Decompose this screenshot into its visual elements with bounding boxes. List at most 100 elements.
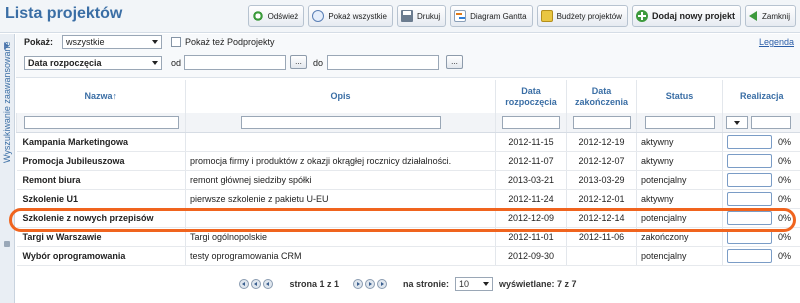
table-row[interactable]: Szkolenie z nowych przepisów 2012-12-09 20… xyxy=(16,208,800,228)
description-cell: remont głównej siedziby spółki xyxy=(185,170,496,190)
page-indicator: strona 1 z 1 xyxy=(289,279,339,289)
description-filter-input[interactable] xyxy=(240,115,441,129)
end-date-cell xyxy=(566,246,637,266)
refresh-label: Odśwież xyxy=(267,11,299,21)
table-row[interactable]: Promocja Jubileuszowa promocja firmy i pr… xyxy=(16,151,800,171)
show-all-label: Pokaż wszystkie xyxy=(328,11,387,21)
progress-cell: 0% xyxy=(722,132,800,152)
column-header-start[interactable]: Data rozpoczęcia xyxy=(495,80,567,113)
close-button[interactable]: Zamknij xyxy=(744,5,796,27)
prev-prev-page-icon[interactable] xyxy=(251,279,262,289)
table-row[interactable]: Szkolenie U1 pierwsze szkolenie z pakietu… xyxy=(16,189,800,209)
budgets-label: Budżety projektów xyxy=(556,11,622,21)
printer-icon xyxy=(401,10,413,22)
from-label: od xyxy=(171,58,182,68)
project-name-cell: Remont biura xyxy=(16,170,186,190)
name-filter-input[interactable] xyxy=(23,115,179,129)
filter-bar: Pokaż: wszystkie Pokaż też Podprojekty L… xyxy=(16,34,800,78)
start-date-cell: 2012-11-24 xyxy=(495,189,567,209)
progress-bar xyxy=(727,134,772,149)
table-row[interactable]: Targi w Warszawie Targi ogólnopolskie 2012… xyxy=(16,227,800,247)
start-date-cell: 2012-11-01 xyxy=(495,227,567,247)
date-from-picker-button[interactable]: ... xyxy=(290,55,307,69)
start-filter-input[interactable] xyxy=(502,115,560,129)
per-page-select[interactable]: 10 xyxy=(455,277,493,291)
end-date-cell: 2012-12-07 xyxy=(566,151,637,171)
column-header-name[interactable]: Nazwa↑ xyxy=(16,80,186,113)
column-header-status[interactable]: Status xyxy=(636,80,723,113)
progress-operator-select[interactable] xyxy=(726,115,748,129)
add-project-button[interactable]: Dodaj nowy projekt xyxy=(631,5,741,27)
progress-bar xyxy=(727,210,772,225)
status-cell: aktywny xyxy=(636,132,723,152)
column-header-end[interactable]: Data zakończenia xyxy=(566,80,637,113)
subprojects-label: Pokaż też Podprojekty xyxy=(185,37,275,47)
project-name-cell: Kampania Marketingowa xyxy=(16,132,186,152)
table-row[interactable]: Remont biura remont głównej siedziby spół… xyxy=(16,170,800,190)
advanced-search-tab[interactable]: Wyszukiwanie zaawansowane xyxy=(0,34,15,303)
table-row[interactable]: Wybór oprogramowania testy oprogramowania… xyxy=(16,246,800,266)
project-name-cell: Szkolenie U1 xyxy=(16,189,186,209)
progress-bar xyxy=(727,153,772,168)
start-date-cell: 2012-11-15 xyxy=(495,132,567,152)
pager: strona 1 z 1 na stronie: 10 wyświetlane:… xyxy=(16,273,800,295)
gantt-button[interactable]: Diagram Gantta xyxy=(450,5,533,27)
toolbar: Odśwież Pokaż wszystkie Drukuj Diagram G… xyxy=(247,5,796,27)
progress-cell: 0% xyxy=(722,189,800,209)
progress-label: 0% xyxy=(778,174,792,185)
next-page-icon[interactable] xyxy=(352,279,363,289)
date-to-input[interactable] xyxy=(327,55,439,70)
column-filter-row xyxy=(16,113,800,133)
progress-label: 0% xyxy=(778,250,792,261)
show-select[interactable]: wszystkie xyxy=(62,35,162,49)
end-date-cell: 2012-11-06 xyxy=(566,227,637,247)
progress-cell: 0% xyxy=(722,246,800,266)
progress-bar xyxy=(727,229,772,244)
next-next-page-icon[interactable] xyxy=(364,279,375,289)
date-from-input[interactable] xyxy=(184,55,286,70)
column-header-progress[interactable]: Realizacja xyxy=(722,80,800,113)
project-name-cell: Szkolenie z nowych przepisów xyxy=(16,208,186,228)
project-name-cell: Targi w Warszawie xyxy=(16,227,186,247)
end-filter-input[interactable] xyxy=(572,115,631,129)
print-button[interactable]: Drukuj xyxy=(397,5,447,27)
status-cell: aktywny xyxy=(636,151,723,171)
gantt-chart-icon xyxy=(454,10,467,22)
end-date-cell: 2012-12-01 xyxy=(566,189,637,209)
date-to-picker-button[interactable]: ... xyxy=(446,55,463,69)
description-cell xyxy=(185,208,496,228)
status-cell: potencjalny xyxy=(636,246,723,266)
budgets-button[interactable]: Budżety projektów xyxy=(536,5,628,27)
header-bar: Lista projektów Odśwież Pokaż wszystkie … xyxy=(0,0,800,33)
status-cell: potencjalny xyxy=(636,170,723,190)
add-icon xyxy=(635,10,648,22)
status-filter-input[interactable] xyxy=(644,115,715,129)
add-project-label: Dodaj nowy projekt xyxy=(651,11,735,21)
prev-page-icon[interactable] xyxy=(263,279,274,289)
status-cell: aktywny xyxy=(636,189,723,209)
table-row[interactable]: Kampania Marketingowa 2012-11-15 2012-12-1… xyxy=(16,132,800,152)
last-page-icon[interactable] xyxy=(376,279,387,289)
description-cell: pierwsze szkolenie z pakietu U-EU xyxy=(185,189,496,209)
start-date-cell: 2012-11-07 xyxy=(495,151,567,171)
project-name-cell: Wybór oprogramowania xyxy=(16,246,186,266)
chevron-down-icon xyxy=(152,40,158,44)
subprojects-checkbox[interactable] xyxy=(171,37,181,47)
date-field-value: Data rozpoczęcia xyxy=(28,58,102,68)
progress-bar xyxy=(727,172,772,187)
first-page-icon[interactable] xyxy=(239,279,250,289)
column-header-description[interactable]: Opis xyxy=(185,80,496,113)
progress-filter-input[interactable] xyxy=(750,115,791,129)
date-field-select[interactable]: Data rozpoczęcia xyxy=(24,56,162,70)
refresh-button[interactable]: Odśwież xyxy=(247,5,305,27)
show-all-button[interactable]: Pokaż wszystkie xyxy=(308,5,393,27)
progress-bar xyxy=(727,248,772,263)
budget-icon xyxy=(540,10,553,22)
legend-link[interactable]: Legenda xyxy=(759,37,794,47)
progress-label: 0% xyxy=(778,212,792,223)
progress-label: 0% xyxy=(778,193,792,204)
end-date-cell: 2012-12-14 xyxy=(566,208,637,228)
drag-handle-icon[interactable] xyxy=(4,241,10,247)
description-cell: testy oprogramowania CRM xyxy=(185,246,496,266)
page-title: Lista projektów xyxy=(5,5,123,22)
